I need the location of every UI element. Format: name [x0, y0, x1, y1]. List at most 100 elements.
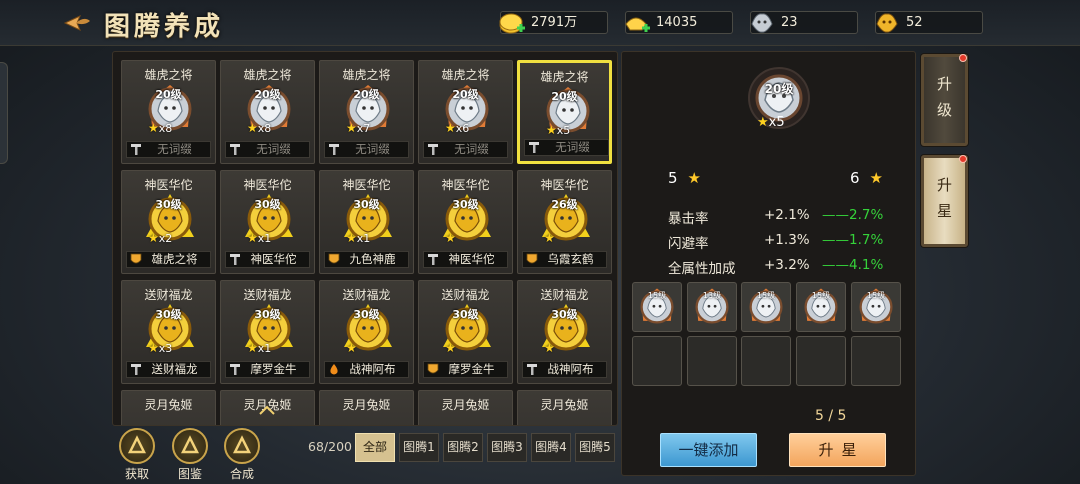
resource-3: 23 [750, 11, 858, 34]
affix-label: 九色神鹿 [324, 251, 409, 268]
left-edge-tab[interactable] [0, 62, 8, 164]
inventory-count: 68/200 [308, 439, 352, 454]
totem-stars: ★ [544, 231, 555, 245]
totem-name: 送财福龙 [540, 288, 589, 302]
empty-material-slot[interactable] [687, 336, 737, 386]
stat-name: 暴击率 [668, 211, 709, 227]
material-level: 15级 [756, 291, 776, 300]
totem-card[interactable]: 送财福龙 30级 ★ 战神阿布 [517, 280, 612, 384]
affix-label: 送财福龙 [126, 361, 211, 378]
auto-add-button[interactable]: 一键添加 [660, 433, 757, 467]
stat-next: ——4.1% [822, 257, 884, 273]
totem-name: 雄虎之将 [243, 68, 292, 82]
totem-name: 神医华佗 [342, 178, 391, 192]
filter-tab-2[interactable]: 图腾1 [399, 433, 439, 462]
shield-icon [427, 363, 439, 374]
affix-text: 九色神鹿 [349, 252, 396, 266]
tab-label: 升星 [936, 176, 952, 220]
star-current: 5 ★ [668, 169, 701, 187]
stat-name: 闪避率 [668, 236, 709, 252]
totem-card[interactable]: 灵月兔姬 [121, 390, 216, 425]
totem-name: 灵月兔姬 [342, 398, 391, 412]
sword-icon [131, 144, 141, 155]
totem-card[interactable]: 神医华佗 30级 ★x2 雄虎之将 [121, 170, 216, 274]
tab-label: 升级 [936, 75, 952, 119]
totem-name: 神医华佗 [540, 178, 589, 192]
totem-card[interactable]: 雄虎之将 20级 ★x8 无词缀 [121, 60, 216, 164]
totem-card[interactable]: 送财福龙 30级 ★x3 送财福龙 [121, 280, 216, 384]
totem-card[interactable]: 神医华佗 26级 ★ 乌霞玄鹤 [517, 170, 612, 274]
material-level: 15级 [811, 291, 831, 300]
star-count: x8 [257, 122, 272, 135]
totem-name: 雄虎之将 [342, 68, 391, 82]
sword-icon [529, 142, 539, 153]
resource-value: 23 [781, 15, 798, 30]
upgrade-star-button[interactable]: 升星 [789, 433, 886, 467]
material-slot[interactable]: 15级 [741, 282, 791, 332]
totem-level: 30级 [155, 198, 182, 211]
level-up-tab[interactable]: 升级 [921, 54, 968, 146]
filter-tab-4[interactable]: 图腾3 [487, 433, 527, 462]
affix-label: 无词缀 [524, 139, 609, 156]
totem-stars: ★x1 [247, 231, 272, 245]
totem-level: 30级 [353, 198, 380, 211]
totem-level: 30级 [452, 198, 479, 211]
stat-current: +2.1% [764, 207, 810, 223]
synthesize-button[interactable]: 合成 [219, 428, 265, 481]
codex-button[interactable]: 图鉴 [167, 428, 213, 481]
filter-tab-3[interactable]: 图腾2 [443, 433, 483, 462]
obtain-icon [119, 428, 155, 464]
totem-card[interactable]: 雄虎之将 20级 ★x7 无词缀 [319, 60, 414, 164]
affix-text: 神医华佗 [448, 252, 495, 266]
gold-coin-add-icon [499, 13, 525, 34]
material-slot[interactable]: 13级 [687, 282, 737, 332]
totem-card[interactable]: 灵月兔姬 [319, 390, 414, 425]
selected-stars: ★x5 [757, 115, 785, 130]
obtain-button[interactable]: 获取 [114, 428, 160, 481]
empty-material-slot[interactable] [632, 336, 682, 386]
totem-card[interactable]: 雄虎之将 20级 ★x6 无词缀 [418, 60, 513, 164]
totem-card[interactable]: 神医华佗 30级 ★x1 神医华佗 [220, 170, 315, 274]
totem-card[interactable]: 送财福龙 30级 ★ 战神阿布 [319, 280, 414, 384]
empty-material-slot[interactable] [796, 336, 846, 386]
totem-card[interactable]: 雄虎之将 20级 ★x5 无词缀 [517, 60, 612, 164]
totem-grid-panel[interactable]: 雄虎之将 20级 ★x8 无词缀 雄虎之将 20级 ★x8 无词缀 雄虎之将 20级 ★x7 无词缀雄… [112, 51, 618, 426]
totem-name: 灵月兔姬 [540, 398, 589, 412]
shield-icon [328, 253, 340, 264]
star-up-tab[interactable]: 升星 [921, 155, 968, 247]
affix-text: 无词缀 [555, 140, 590, 154]
material-slot[interactable]: 15级 [632, 282, 682, 332]
affix-label: 摩罗金牛 [423, 361, 508, 378]
filter-tab-6[interactable]: 图腾5 [575, 433, 615, 462]
totem-name: 神医华佗 [441, 178, 490, 192]
totem-card[interactable]: 送财福龙 30级 ★x1 摩罗金牛 [220, 280, 315, 384]
star-icon: ★ [687, 169, 701, 187]
totem-name: 送财福龙 [144, 288, 193, 302]
material-slot[interactable]: 15级 [851, 282, 901, 332]
filter-tab-5[interactable]: 图腾4 [531, 433, 571, 462]
affix-label: 乌霞玄鹤 [522, 251, 607, 268]
empty-material-slot[interactable] [741, 336, 791, 386]
material-progress: 5 / 5 [815, 408, 847, 424]
stat-row: 暴击率 +2.1% ——2.7% [668, 207, 898, 227]
totem-card[interactable]: 灵月兔姬 [517, 390, 612, 425]
totem-card[interactable]: 雄虎之将 20级 ★x8 无词缀 [220, 60, 315, 164]
material-slot[interactable]: 15级 [796, 282, 846, 332]
totem-card[interactable]: 神医华佗 30级 ★ 神医华佗 [418, 170, 513, 274]
totem-card[interactable]: 送财福龙 30级 ★ 摩罗金牛 [418, 280, 513, 384]
affix-text: 战神阿布 [547, 362, 594, 376]
shield-icon [130, 253, 142, 264]
totem-stars: ★x5 [546, 123, 571, 137]
totem-level: 30级 [551, 308, 578, 321]
empty-material-slot[interactable] [851, 336, 901, 386]
back-arrow-icon[interactable] [62, 10, 92, 36]
button-label: 合成 [229, 467, 254, 481]
synthesize-icon [224, 428, 260, 464]
filter-tab-1[interactable]: 全部 [355, 433, 395, 462]
totem-card[interactable]: 灵月兔姬 [418, 390, 513, 425]
totem-level: 20级 [452, 88, 479, 101]
totem-name: 送财福龙 [342, 288, 391, 302]
codex-icon [172, 428, 208, 464]
affix-text: 无词缀 [355, 142, 390, 156]
totem-card[interactable]: 神医华佗 30级 ★x1 九色神鹿 [319, 170, 414, 274]
